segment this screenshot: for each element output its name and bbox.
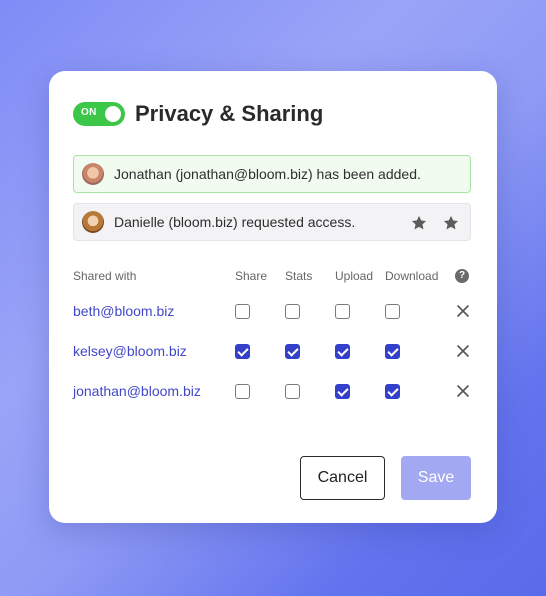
upload-checkbox[interactable] bbox=[335, 303, 350, 319]
request-actions bbox=[410, 214, 460, 232]
cancel-button[interactable]: Cancel bbox=[300, 456, 385, 500]
question-circle-icon[interactable]: ? bbox=[455, 269, 469, 283]
avatar-danielle bbox=[82, 211, 104, 233]
share-checkbox[interactable] bbox=[235, 383, 250, 399]
upload-checkbox[interactable] bbox=[335, 343, 350, 359]
privacy-sharing-dialog: ON Privacy & Sharing Jonathan (jonathan@… bbox=[49, 71, 497, 523]
download-checkbox[interactable] bbox=[385, 343, 400, 359]
star-icon[interactable] bbox=[442, 214, 460, 232]
table-row: jonathan@bloom.biz bbox=[73, 371, 471, 411]
column-header-upload: Upload bbox=[335, 269, 374, 283]
save-button[interactable]: Save bbox=[401, 456, 471, 500]
column-header-shared-with: Shared with bbox=[73, 269, 137, 283]
stats-checkbox[interactable] bbox=[285, 303, 300, 319]
added-notice-text: Jonathan (jonathan@bloom.biz) has been a… bbox=[114, 166, 421, 182]
table-row: beth@bloom.biz bbox=[73, 291, 471, 331]
share-email[interactable]: beth@bloom.biz bbox=[73, 291, 235, 331]
dialog-header: ON Privacy & Sharing bbox=[73, 101, 323, 127]
table-header-row: Shared with Share Stats Upload Download … bbox=[73, 261, 471, 291]
toggle-label: ON bbox=[81, 107, 97, 118]
column-header-download: Download bbox=[385, 269, 439, 283]
stats-checkbox[interactable] bbox=[285, 343, 300, 359]
avatar-jonathan bbox=[82, 163, 104, 185]
sharing-toggle[interactable]: ON bbox=[73, 102, 125, 126]
dialog-title: Privacy & Sharing bbox=[135, 101, 324, 126]
stats-checkbox[interactable] bbox=[285, 383, 300, 399]
column-header-help: ? bbox=[455, 261, 471, 291]
star-icon[interactable] bbox=[410, 214, 428, 232]
share-checkbox[interactable] bbox=[235, 303, 250, 319]
shared-with-table: Shared with Share Stats Upload Download … bbox=[73, 261, 471, 411]
upload-checkbox[interactable] bbox=[335, 383, 350, 399]
column-header-share: Share bbox=[235, 269, 268, 283]
column-header-stats: Stats bbox=[285, 269, 313, 283]
download-checkbox[interactable] bbox=[385, 383, 400, 399]
share-email[interactable]: jonathan@bloom.biz bbox=[73, 371, 235, 411]
share-email[interactable]: kelsey@bloom.biz bbox=[73, 331, 235, 371]
share-checkbox[interactable] bbox=[235, 343, 250, 359]
download-checkbox[interactable] bbox=[385, 303, 400, 319]
access-request-text: Danielle (bloom.biz) requested access. bbox=[114, 214, 356, 230]
toggle-knob bbox=[105, 106, 121, 122]
table-row: kelsey@bloom.biz bbox=[73, 331, 471, 371]
close-icon[interactable] bbox=[456, 304, 470, 318]
close-icon[interactable] bbox=[456, 344, 470, 358]
access-request-notice: Danielle (bloom.biz) requested access. bbox=[73, 203, 471, 241]
added-notice: Jonathan (jonathan@bloom.biz) has been a… bbox=[73, 155, 471, 193]
close-icon[interactable] bbox=[456, 384, 470, 398]
